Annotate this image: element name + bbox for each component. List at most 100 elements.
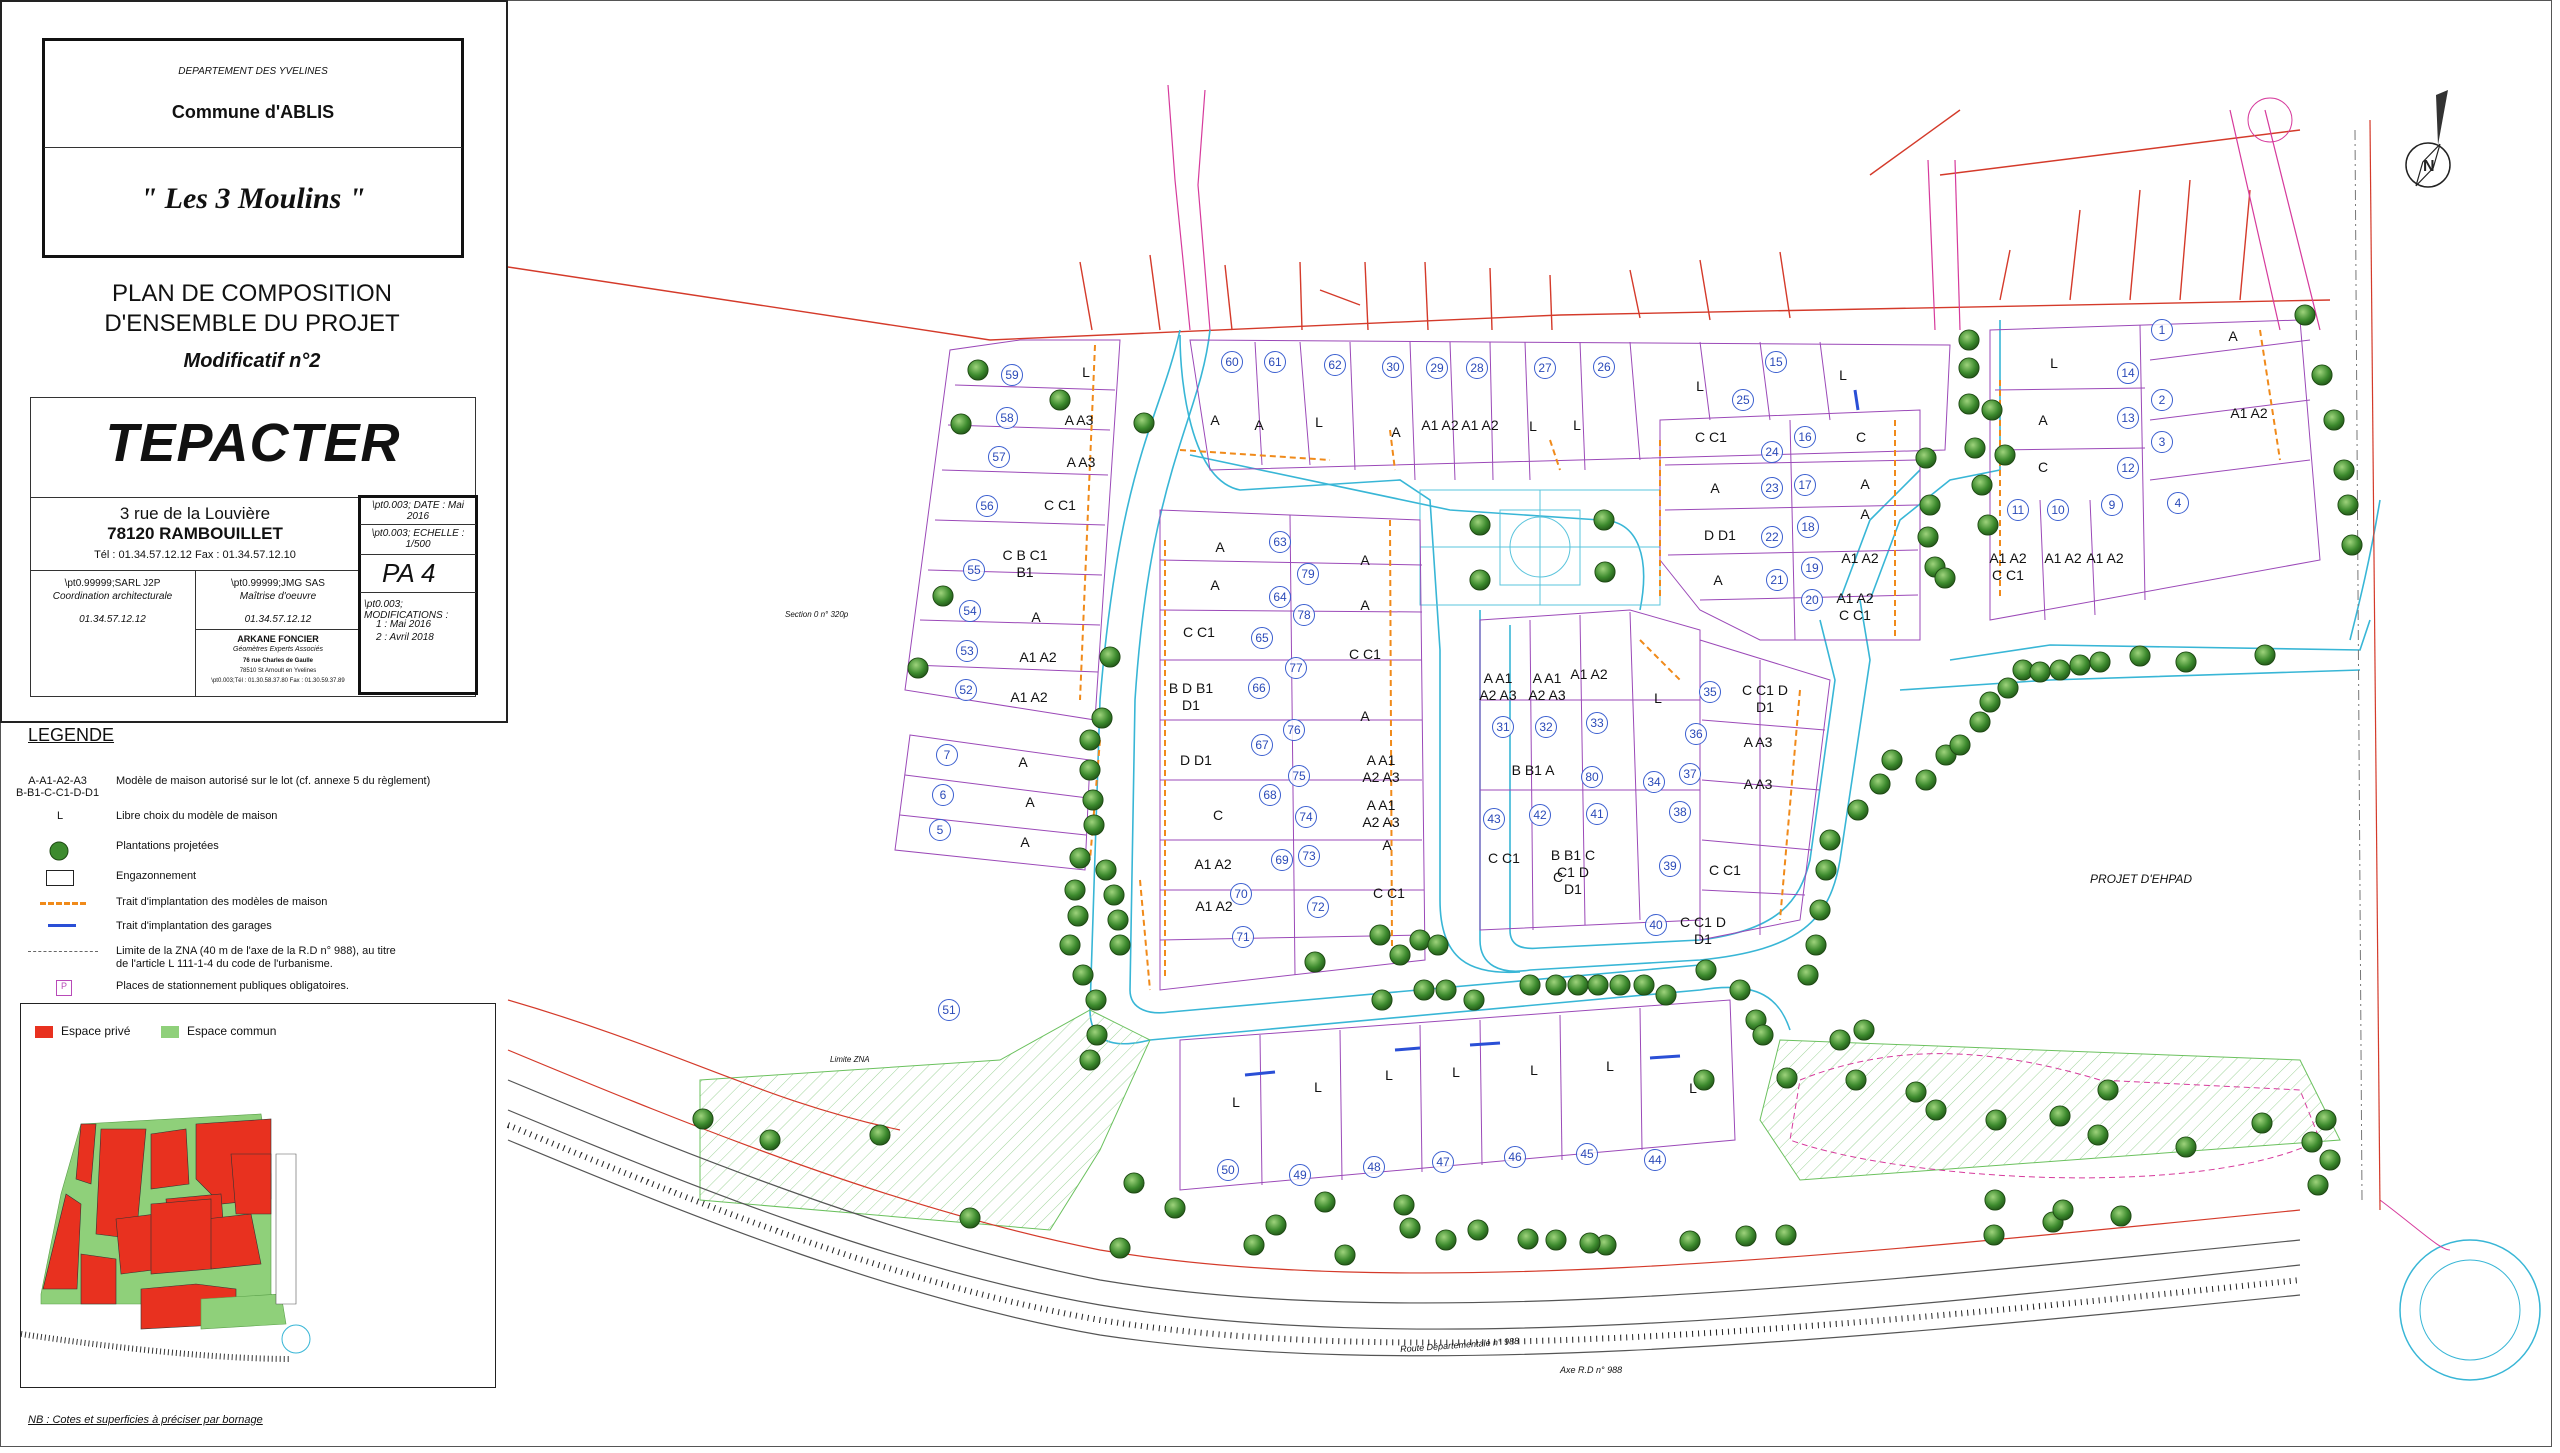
- lot-number: 43: [1483, 808, 1505, 830]
- lot-number: 13: [2117, 407, 2139, 429]
- lot-number: 41: [1586, 803, 1608, 825]
- lot-house-models: A A3: [1743, 734, 1773, 750]
- lot-house-models: A1 A2: [1461, 417, 1499, 433]
- ehpad-label: PROJET D'EHPAD: [2090, 872, 2193, 886]
- lot-house-models: A: [1210, 577, 1220, 593]
- tree-icon: [1469, 569, 1491, 591]
- tree-icon: [1997, 677, 2019, 699]
- tree-icon: [907, 657, 929, 679]
- lot-number: 27: [1534, 357, 1556, 379]
- tree-icon: [1994, 444, 2016, 466]
- coord-tel: 01.34.57.12.12: [79, 614, 146, 625]
- tree-icon: [1845, 1069, 1867, 1091]
- lot-house-models: A1 A2: [1019, 649, 1057, 665]
- lot-house-models: L: [1606, 1058, 1614, 1074]
- lot-number: 56: [976, 495, 998, 517]
- lot-number: 31: [1492, 716, 1514, 738]
- inset-roundabout: [281, 1324, 311, 1354]
- lot-number: 80: [1581, 766, 1603, 788]
- lot-number: 24: [1761, 441, 1783, 463]
- tree-icon: [1072, 964, 1094, 986]
- tree-icon: [1265, 1214, 1287, 1236]
- project-name: " Les 3 Moulins ": [140, 182, 366, 215]
- tree-icon: [1735, 1225, 1757, 1247]
- lot-house-models: A: [1360, 597, 1370, 613]
- tree-icon: [1881, 749, 1903, 771]
- tree-icon: [1371, 989, 1393, 1011]
- tree-icon: [1091, 707, 1113, 729]
- tree-icon: [1435, 979, 1457, 1001]
- divider: [44, 147, 462, 148]
- tree-icon: [1579, 1232, 1601, 1254]
- lot-number: 21: [1766, 569, 1788, 591]
- date-field: \pt0.003; DATE : Mai 2016: [371, 500, 465, 522]
- svg-text:N: N: [2423, 158, 2435, 175]
- tree-icon: [1971, 474, 1993, 496]
- tree-icon: [2087, 1124, 2109, 1146]
- lot-house-models: A: [1360, 552, 1370, 568]
- legend-item-text: Limite de la ZNA (40 m de l'axe de la R.…: [116, 945, 396, 970]
- lot-house-models: A: [1254, 417, 1264, 433]
- lot-house-models: D D1: [1180, 752, 1212, 768]
- tree-icon: [1079, 1049, 1101, 1071]
- tree-icon: [1819, 829, 1841, 851]
- lot-number: 6: [932, 784, 954, 806]
- lot-house-models: C C1: [1709, 862, 1741, 878]
- lot-house-models: L: [1654, 690, 1662, 706]
- tree-icon: [2341, 534, 2363, 556]
- lot-house-models: L: [1696, 378, 1704, 394]
- modificatif-label: Modificatif n°2: [183, 350, 321, 372]
- tree-icon: [1809, 899, 1831, 921]
- lot-number: 34: [1643, 771, 1665, 793]
- address-line2: 78120 RAMBOUILLET: [107, 524, 283, 543]
- lot-house-models: C C1: [1349, 646, 1381, 662]
- lot-house-models: A: [1391, 424, 1401, 440]
- lot-number: 26: [1593, 356, 1615, 378]
- lot-house-models: A1 A2: [2044, 550, 2082, 566]
- arkane-street: 76 rue Charles de Gaulle: [242, 658, 314, 664]
- tree-icon: [1085, 989, 1107, 1011]
- divider: [360, 524, 476, 525]
- lot-number: 59: [1001, 364, 1023, 386]
- arkane-city: 78510 St Arnoult en Yvelines: [239, 668, 317, 674]
- access-road-lines: [1167, 84, 2321, 331]
- tree-icon: [1815, 859, 1837, 881]
- inset-private-lot: [150, 1128, 190, 1190]
- lot-house-models: A: [1215, 539, 1225, 555]
- lot-number: 33: [1586, 712, 1608, 734]
- tree-icon: [1427, 934, 1449, 956]
- lot-number: 60: [1221, 351, 1243, 373]
- company-name: TEPACTER: [105, 413, 401, 473]
- lot-house-models: A A1 A2 A3: [1528, 670, 1566, 703]
- lot-number: 7: [936, 744, 958, 766]
- lot-number: 48: [1363, 1156, 1385, 1178]
- tree-icon: [1655, 984, 1677, 1006]
- lot-number: 46: [1504, 1146, 1526, 1168]
- tree-icon: [1869, 773, 1891, 795]
- tree-icon: [1123, 1172, 1145, 1194]
- tree-icon: [1847, 799, 1869, 821]
- tree-icon: [2129, 645, 2151, 667]
- lot-house-models: C C1: [1488, 850, 1520, 866]
- tree-icon: [959, 1207, 981, 1229]
- tree-icon: [1517, 1228, 1539, 1250]
- lot-number: 58: [996, 407, 1018, 429]
- lot-number: 76: [1283, 719, 1305, 741]
- tree-icon: [1958, 329, 1980, 351]
- lot-number: 67: [1251, 734, 1273, 756]
- tree-icon: [2069, 654, 2091, 676]
- tel-fax: Tél : 01.34.57.12.12 Fax : 01.34.57.12.1…: [94, 549, 296, 561]
- lot-house-models: A A3: [1066, 454, 1096, 470]
- plan-title-line1: PLAN DE COMPOSITION: [111, 280, 393, 307]
- tree-icon: [1079, 729, 1101, 751]
- lot-house-models: C C1: [1373, 885, 1405, 901]
- tree-icon: [2251, 1112, 2273, 1134]
- lot-number: 3: [2151, 431, 2173, 453]
- tree-icon: [1695, 959, 1717, 981]
- lot-number: 40: [1645, 914, 1667, 936]
- inset-private-lot: [80, 1253, 117, 1305]
- lot-number: 53: [956, 640, 978, 662]
- lot-house-models: L: [1082, 364, 1090, 380]
- lot-house-models: A A1 A2 A3: [1479, 670, 1517, 703]
- lot-house-models: C: [1212, 807, 1224, 823]
